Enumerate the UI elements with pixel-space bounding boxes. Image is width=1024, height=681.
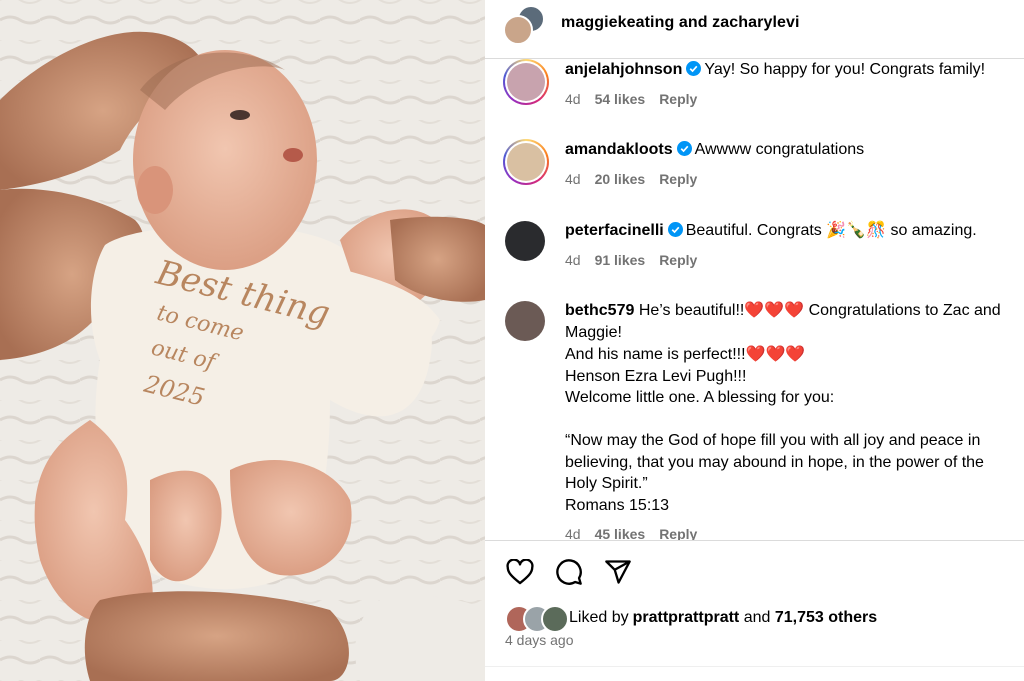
likers-avatars[interactable] [505, 605, 569, 633]
comment-button[interactable] [552, 555, 586, 589]
bottom-divider [485, 666, 1024, 667]
reply-button[interactable]: Reply [659, 252, 697, 268]
post-panel: maggiekeating and zacharylevi anjelahjoh… [485, 0, 1024, 681]
comment-line: Holy Spirit.” [565, 475, 648, 492]
avatar-maggiekeating[interactable] [503, 15, 533, 45]
share-button[interactable] [601, 555, 635, 589]
comment-username[interactable]: amandakloots [565, 141, 673, 158]
commenter-avatar[interactable] [503, 59, 549, 105]
comment-icon [556, 559, 582, 585]
verified-badge-icon [686, 61, 702, 76]
comment-line: Welcome little one. A blessing for you: [565, 389, 835, 406]
comment-line: “Now may the God of hope fill you with a… [565, 432, 981, 449]
comment-likes[interactable]: 91 likes [595, 252, 646, 268]
hearts-emoji: ❤️❤️❤️ [744, 300, 805, 319]
reply-button[interactable]: Reply [659, 91, 697, 107]
comment-text: Congratulations to Zac and [804, 302, 1001, 319]
comment-text: He’s beautiful!! [634, 302, 745, 319]
post-actions [503, 555, 650, 589]
comment-text: Awwww congratulations [694, 141, 865, 158]
comment-time[interactable]: 4d [565, 526, 581, 540]
reply-button[interactable]: Reply [659, 526, 697, 540]
comment-time[interactable]: 4d [565, 91, 581, 107]
verified-badge-icon [676, 141, 692, 156]
share-icon [605, 560, 631, 584]
likes-others-count[interactable]: 71,753 others [775, 609, 877, 627]
reply-button[interactable]: Reply [659, 171, 697, 187]
commenter-avatar[interactable] [505, 301, 545, 341]
post-timestamp[interactable]: 4 days ago [505, 632, 574, 648]
comment-line: believing, that you may abound in hope, … [565, 453, 984, 471]
comment-username[interactable]: peterfacinelli [565, 222, 664, 239]
hearts-emoji: ❤️❤️❤️ [745, 344, 806, 363]
comment-blank-line [565, 409, 1024, 431]
comment-text: Yay! So happy for you! Congrats family! [704, 61, 986, 78]
comment-username[interactable]: bethc579 [565, 302, 634, 319]
comment-line: Henson Ezra Levi Pugh!!! [565, 367, 747, 385]
commenter-avatar[interactable] [505, 221, 545, 261]
comment-line: Maggie! [565, 323, 622, 341]
comment-username[interactable]: anjelahjohnson [565, 61, 682, 78]
comment-time[interactable]: 4d [565, 252, 581, 268]
post-authors[interactable]: maggiekeating and zacharylevi [561, 14, 800, 32]
liked-by-label: Liked by [569, 609, 629, 626]
post-photo[interactable]: Best thing to come out of 2025 [0, 0, 485, 681]
commenter-avatar[interactable] [503, 139, 549, 185]
comment-likes[interactable]: 54 likes [595, 91, 646, 107]
liker-avatar[interactable] [541, 605, 569, 633]
comments-divider [485, 540, 1024, 541]
celebration-emoji: 🎉🍾🎊 [826, 220, 886, 239]
comment-likes[interactable]: 20 likes [595, 171, 646, 187]
comment-line: Romans 15:13 [565, 496, 670, 514]
comment-line: And his name is perfect!!! [565, 346, 746, 363]
likes-summary: Liked by prattprattpratt and 71,753 othe… [505, 604, 877, 633]
heart-icon [506, 559, 534, 585]
post-header: maggiekeating and zacharylevi [485, 0, 1024, 46]
verified-badge-icon [667, 222, 683, 237]
baby-photo-illustration: Best thing to come out of 2025 [0, 0, 485, 681]
comment-time[interactable]: 4d [565, 171, 581, 187]
like-button[interactable] [503, 555, 537, 589]
comment-text-end: so amazing. [886, 222, 977, 239]
comment-text: Beautiful. Congrats [685, 222, 827, 239]
comment-likes[interactable]: 45 likes [595, 526, 646, 540]
comments-list[interactable]: anjelahjohnson Yay! So happy for you! Con… [485, 47, 1024, 540]
liker-username[interactable]: prattprattpratt [633, 609, 740, 627]
collab-avatars[interactable] [503, 3, 545, 45]
likes-and: and [739, 609, 775, 626]
